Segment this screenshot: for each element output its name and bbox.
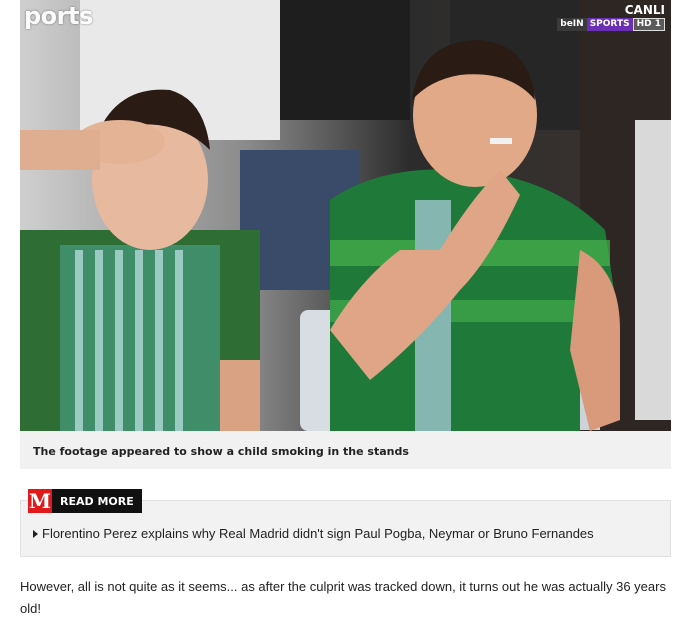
live-label: CANLI	[624, 3, 665, 17]
channel-watermark: ports	[24, 2, 93, 30]
read-more-box: M READ MORE Florentino Perez explains wh…	[20, 489, 671, 557]
stands-photo	[20, 0, 671, 431]
channel-logo-part: beIN	[557, 18, 587, 31]
channel-logo-part: SPORTS	[586, 18, 633, 31]
image-caption: The footage appeared to show a child smo…	[20, 431, 671, 469]
live-bug: CANLI beIN SPORTS HD 1	[557, 4, 665, 31]
read-more-badge: M READ MORE	[28, 489, 142, 513]
read-more-link-text[interactable]: Florentino Perez explains why Real Madri…	[42, 526, 594, 541]
article-paragraph: However, all is not quite as it seems...…	[20, 579, 666, 616]
mail-logo: M	[28, 489, 52, 513]
video-still[interactable]: ports CANLI beIN SPORTS HD 1	[20, 0, 671, 431]
channel-logo: beIN SPORTS HD 1	[557, 18, 665, 31]
read-more-label: READ MORE	[60, 494, 134, 508]
triangle-right-icon	[33, 529, 38, 538]
read-more-link[interactable]: Florentino Perez explains why Real Madri…	[33, 526, 594, 541]
channel-logo-part: HD 1	[632, 18, 665, 31]
